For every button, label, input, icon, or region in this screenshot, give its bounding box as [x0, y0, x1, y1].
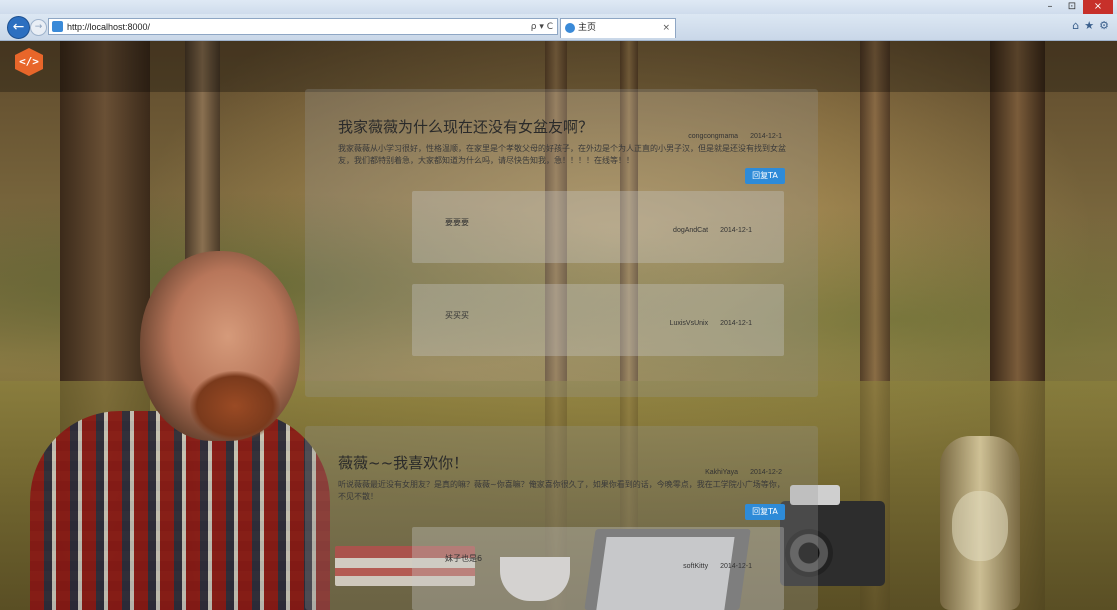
reply-meta: dogAndCat 2014-12-1: [673, 227, 752, 234]
browser-tools: ⌂ ★ ⚙: [1072, 19, 1109, 32]
page-icon: [52, 21, 63, 32]
back-arrow-icon: ←: [12, 19, 25, 35]
reply-date: 2014-12-1: [720, 320, 752, 327]
site-header: </>: [0, 41, 1117, 92]
window-titlebar: – ⊡ ×: [0, 0, 1117, 14]
forward-button[interactable]: →: [30, 19, 47, 36]
reply-button[interactable]: 回复TA: [745, 504, 785, 520]
minimize-button[interactable]: –: [1039, 0, 1061, 14]
forward-arrow-icon: →: [34, 22, 43, 32]
back-button[interactable]: ←: [7, 16, 30, 39]
tab-close-button[interactable]: ×: [662, 22, 670, 34]
lantern-glass: [952, 491, 1008, 561]
reply-author[interactable]: LuxisVsUnix: [670, 320, 709, 327]
search-refresh-icons[interactable]: ρ ▾ C: [531, 20, 553, 34]
reply-card: 要要要 dogAndCat 2014-12-1: [412, 191, 784, 263]
reply-card: 妹子也是6 softKitty 2014-12-1: [412, 527, 784, 610]
close-window-button[interactable]: ×: [1083, 0, 1113, 14]
man-beard: [190, 371, 280, 441]
window-controls: – ⊡ ×: [1039, 0, 1113, 14]
post-date: 2014-12-2: [750, 469, 782, 476]
reply-date: 2014-12-1: [720, 227, 752, 234]
browser-navbar: ← → http://localhost:8000/ ρ ▾ C 主页 × ⌂ …: [0, 14, 1117, 41]
post-card: 薇薇~~我喜欢你！ KakhiYaya 2014-12-2 听说薇薇最近没有女朋友…: [305, 426, 818, 610]
lantern: [940, 436, 1020, 610]
reply-card: 买买买 LuxisVsUnix 2014-12-1: [412, 284, 784, 356]
reply-date: 2014-12-1: [720, 563, 752, 570]
reply-button[interactable]: 回复TA: [745, 168, 785, 184]
favorites-star-icon[interactable]: ★: [1084, 19, 1094, 32]
address-bar[interactable]: http://localhost:8000/ ρ ▾ C: [48, 18, 558, 35]
home-icon[interactable]: ⌂: [1072, 19, 1079, 32]
site-logo[interactable]: </>: [15, 48, 43, 76]
reply-author[interactable]: softKitty: [683, 563, 708, 570]
post-body: 我家薇薇从小学习很好，性格温顺，在家里是个孝敬父母的好孩子，在外边是个为人正直的…: [338, 144, 786, 165]
restore-button[interactable]: ⊡: [1061, 0, 1083, 14]
reply-meta: LuxisVsUnix 2014-12-1: [670, 320, 752, 327]
post-card: 我家薇薇为什么现在还没有女盆友啊？ congcongmama 2014-12-1 …: [305, 89, 818, 397]
gear-icon[interactable]: ⚙: [1099, 19, 1109, 32]
reply-text: 要要要: [445, 218, 469, 227]
post-author[interactable]: KakhiYaya: [705, 469, 738, 476]
reply-author[interactable]: dogAndCat: [673, 227, 708, 234]
reply-text: 妹子也是6: [445, 554, 483, 563]
man-plaid-shirt: [30, 411, 330, 610]
post-meta: KakhiYaya 2014-12-2: [705, 469, 782, 476]
url-text[interactable]: http://localhost:8000/: [67, 20, 150, 34]
post-body: 听说薇薇最近没有女朋友？是真的嘛？薇薇~你喜嘛？俺家喜你很久了，如果你看到的话，…: [338, 480, 785, 501]
post-date: 2014-12-1: [750, 133, 782, 140]
post-author[interactable]: congcongmama: [688, 133, 738, 140]
post-title[interactable]: 我家薇薇为什么现在还没有女盆友啊？: [338, 116, 593, 137]
page-viewport: </> 我家薇薇为什么现在还没有女盆友啊？ congcongmama 2014-1…: [0, 41, 1117, 610]
reply-text: 买买买: [445, 311, 469, 320]
tab-title: 主页: [578, 23, 597, 33]
post-meta: congcongmama 2014-12-1: [688, 133, 782, 140]
ie-icon: [565, 23, 575, 33]
tab-home[interactable]: 主页 ×: [560, 18, 676, 38]
post-title[interactable]: 薇薇~~我喜欢你！: [338, 452, 468, 473]
reply-meta: softKitty 2014-12-1: [683, 563, 752, 570]
